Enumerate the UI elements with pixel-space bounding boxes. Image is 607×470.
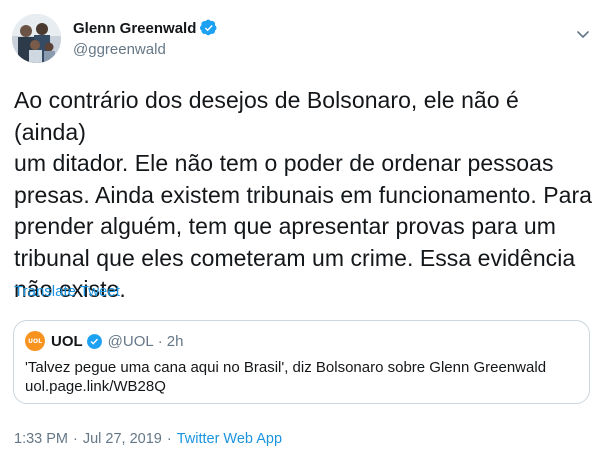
avatar-photo-icon — [12, 14, 61, 63]
author-name[interactable]: Glenn Greenwald — [73, 20, 196, 37]
author-handle[interactable]: @ggreenwald — [73, 41, 166, 58]
quoted-timestamp: 2h — [166, 332, 184, 350]
dot-separator: · — [157, 332, 163, 350]
tweet-text-line: tribunal que eles cometeram um crime. Es… — [14, 244, 576, 271]
tweet-card: Glenn Greenwald @ggreenwald Ao contrário… — [0, 0, 607, 470]
verified-badge-icon — [86, 333, 102, 349]
quoted-author-name: UOL — [51, 332, 83, 350]
tweet-text-line: um ditador. Ele não tem o poder de orden… — [14, 150, 554, 176]
tweet-time[interactable]: 1:33 PM — [14, 431, 68, 447]
quoted-author-handle: @UOL — [107, 332, 154, 350]
dot-separator: · — [166, 431, 172, 447]
tweet-text-line: Ao contrário dos desejos de Bolsonaro, e… — [14, 87, 519, 145]
translate-tweet-link[interactable]: Translate Tweet — [14, 283, 120, 300]
chevron-down-icon[interactable] — [575, 26, 591, 42]
tweet-text-line: presas. Ainda existem tribunais em funci… — [14, 181, 593, 208]
quoted-tweet[interactable]: UOL UOL @UOL · 2h 'Talvez pegue uma cana… — [13, 320, 590, 404]
verified-badge-icon — [200, 19, 217, 36]
tweet-meta: 1:33 PM · Jul 27, 2019 · Twitter Web App — [14, 431, 282, 447]
quoted-link: uol.page.link/WB28Q — [25, 378, 166, 395]
tweet-date[interactable]: Jul 27, 2019 — [83, 431, 162, 447]
quoted-author-row: UOL UOL @UOL · 2h — [25, 331, 183, 351]
tweet-text-line: prender alguém, tem que apresentar prova… — [14, 213, 556, 239]
uol-logo-text: UOL — [28, 337, 42, 345]
tweet-source-link[interactable]: Twitter Web App — [177, 431, 282, 447]
quoted-text: 'Talvez pegue uma cana aqui no Brasil', … — [25, 359, 547, 376]
author-row: Glenn Greenwald — [73, 19, 218, 37]
dot-separator: · — [73, 431, 78, 447]
avatar[interactable] — [12, 14, 61, 63]
tweet-text: Ao contrário dos desejos de Bolsonaro, e… — [14, 85, 594, 306]
uol-logo-icon: UOL — [25, 331, 45, 351]
